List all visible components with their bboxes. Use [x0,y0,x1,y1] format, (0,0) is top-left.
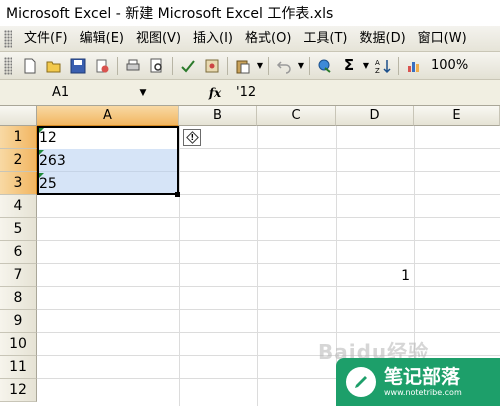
menu-bar: 文件(F) 编辑(E) 视图(V) 插入(I) 格式(O) 工具(T) 数据(D… [0,26,500,52]
formula-input[interactable]: '12 [232,82,500,104]
research-icon[interactable] [201,55,223,77]
name-box-dropdown-icon[interactable]: ▼ [136,85,150,101]
sort-ascending-icon[interactable]: AZ [372,55,394,77]
open-icon[interactable] [43,55,65,77]
cell-d7[interactable]: 1 [336,264,414,287]
svg-text:A: A [375,59,380,67]
brand-name: 笔记部落 [384,366,461,388]
menu-insert[interactable]: 插入(I) [187,28,239,50]
gridline [37,240,500,241]
column-header-e[interactable]: E [414,106,500,126]
toolbar-separator [398,56,399,75]
column-header-d[interactable]: D [336,106,414,126]
save-icon[interactable] [67,55,89,77]
gridline [37,286,500,287]
toolbar-separator [309,56,310,75]
gridline [37,309,500,310]
row-header-3[interactable]: 3 [0,172,37,195]
formula-content: '12 [236,85,257,100]
toolbar-grip-handle[interactable] [4,56,12,75]
name-box-value: A1 [52,85,70,100]
autosum-icon[interactable]: Σ [338,55,360,77]
toolbar-separator [172,56,173,75]
menu-window[interactable]: 窗口(W) [412,28,473,50]
spelling-icon[interactable] [177,55,199,77]
row-header-8[interactable]: 8 [0,287,37,310]
row-header-2[interactable]: 2 [0,149,37,172]
undo-dropdown-icon[interactable]: ▼ [296,55,306,77]
pen-logo-icon [346,367,376,397]
row-header-10[interactable]: 10 [0,333,37,356]
select-all-corner[interactable] [0,106,37,126]
name-box[interactable]: A1 ▼ [2,81,172,104]
gridline [257,126,258,406]
column-header-a[interactable]: A [37,106,179,126]
paste-icon[interactable] [232,55,254,77]
row-header-1[interactable]: 1 [0,126,37,149]
formula-bar: A1 ▼ fx '12 [0,80,500,106]
svg-text:Z: Z [375,67,380,74]
title-bar: Microsoft Excel - 新建 Microsoft Excel 工作表… [0,0,500,26]
row-header-12[interactable]: 12 [0,379,37,402]
warning-diamond-icon: ! [185,131,199,144]
zoom-select[interactable]: 100% [429,56,470,76]
insert-function-button[interactable]: fx [202,82,228,104]
paste-dropdown-icon[interactable]: ▼ [255,55,265,77]
brand-watermark: 笔记部落 www.notetribe.com [336,358,500,406]
brand-text: 笔记部落 www.notetribe.com [384,366,462,398]
menu-tools[interactable]: 工具(T) [297,28,353,50]
chart-wizard-icon[interactable] [403,55,425,77]
print-icon[interactable] [122,55,144,77]
undo-icon[interactable] [273,55,295,77]
menu-file[interactable]: 文件(F) [18,28,74,50]
gridline [37,355,500,356]
brand-url: www.notetribe.com [384,388,462,397]
column-header-b[interactable]: B [179,106,257,126]
menu-format[interactable]: 格式(O) [239,28,297,50]
hyperlink-icon[interactable] [314,55,336,77]
standard-toolbar: ▼ ▼ Σ ▼ AZ 100% [0,52,500,80]
new-icon[interactable] [19,55,41,77]
cell-a2[interactable]: 263 [37,149,179,172]
menu-edit[interactable]: 编辑(E) [74,28,130,50]
autosum-dropdown-icon[interactable]: ▼ [361,55,371,77]
row-header-11[interactable]: 11 [0,356,37,379]
row-header-6[interactable]: 6 [0,241,37,264]
gridline [37,332,500,333]
gridline [37,263,500,264]
menu-view[interactable]: 视图(V) [130,28,187,50]
cell-a3[interactable]: 25 [37,172,179,195]
toolbar-separator [268,56,269,75]
gridline [37,217,500,218]
gridline [179,126,180,406]
print-preview-icon[interactable] [146,55,168,77]
menu-data[interactable]: 数据(D) [354,28,412,50]
window-title: Microsoft Excel - 新建 Microsoft Excel 工作表… [6,6,334,22]
row-header-9[interactable]: 9 [0,310,37,333]
menu-grip-handle[interactable] [4,29,12,48]
fx-label: fx [208,85,222,100]
toolbar-separator [227,56,228,75]
row-header-7[interactable]: 7 [0,264,37,287]
cell-a1[interactable]: 12 [37,126,179,149]
row-header-4[interactable]: 4 [0,195,37,218]
error-options-button[interactable]: ! [183,129,201,146]
column-header-c[interactable]: C [257,106,336,126]
toolbar-separator [117,56,118,75]
autosum-label: Σ [343,56,355,74]
row-header-5[interactable]: 5 [0,218,37,241]
permission-icon[interactable] [91,55,113,77]
